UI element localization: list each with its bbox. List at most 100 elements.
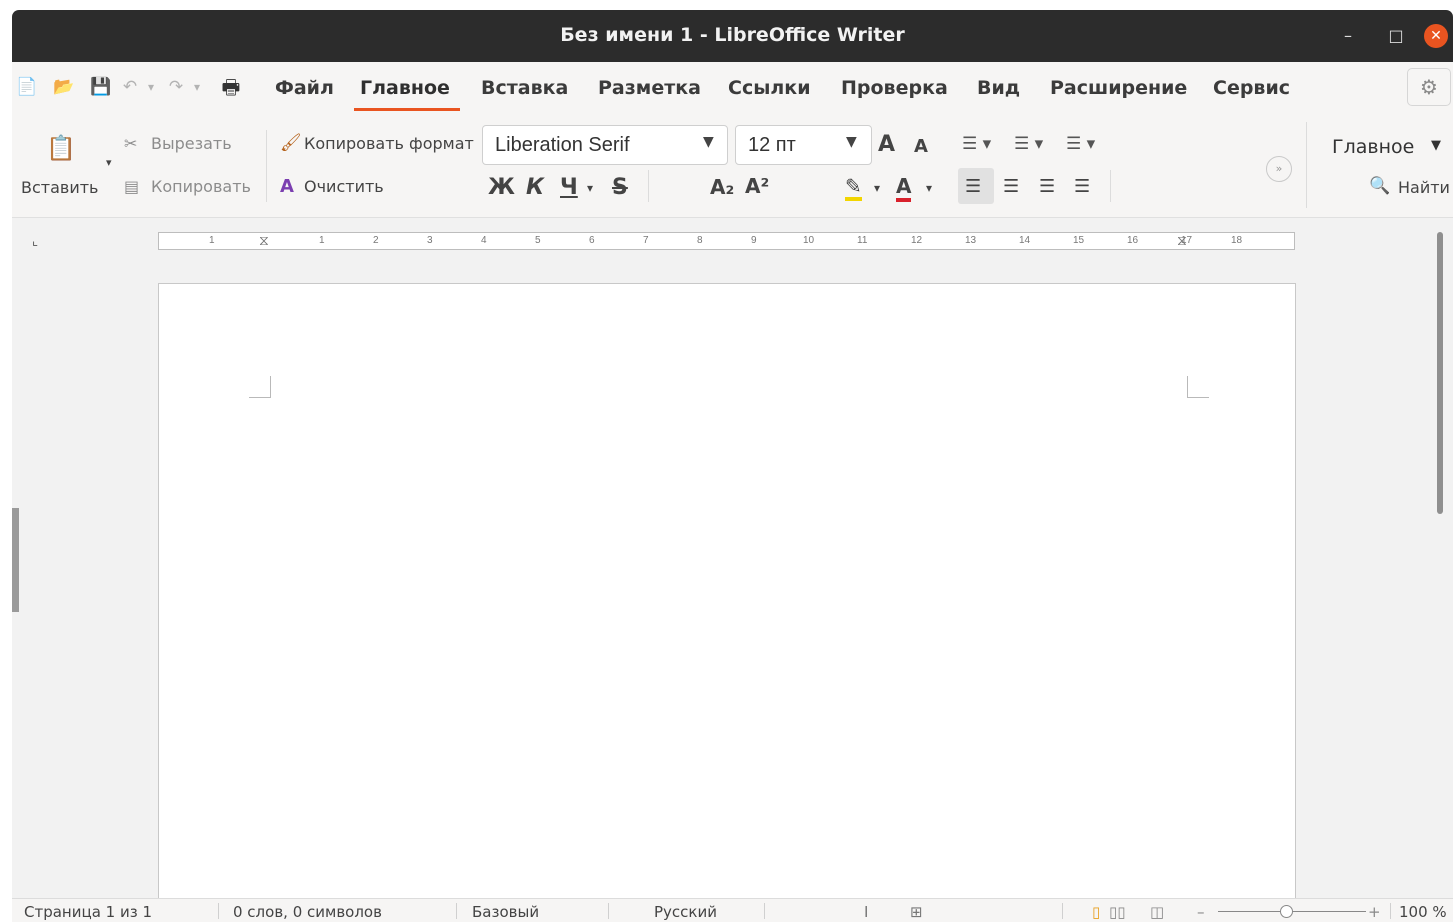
ruler-label: 8 (697, 235, 703, 246)
ruler-label: 18 (1231, 235, 1243, 246)
strikethrough-icon[interactable]: S (612, 175, 628, 200)
clear-formatting-icon[interactable]: A (280, 176, 294, 197)
ruler-label: 1 (319, 235, 325, 246)
single-page-view-icon[interactable]: ▯ (1092, 903, 1100, 921)
numbered-list-icon[interactable]: ☰ ▾ (1014, 134, 1043, 154)
font-size-combobox[interactable]: 12 пт ▼ (735, 125, 872, 165)
menu-references[interactable]: Ссылки (728, 77, 811, 99)
menu-review[interactable]: Проверка (841, 77, 948, 99)
ruler-label: 9 (751, 235, 757, 246)
book-view-icon[interactable]: ◫ (1150, 903, 1164, 921)
menu-extensions[interactable]: Расширение (1050, 77, 1187, 99)
status-separator (1062, 903, 1063, 919)
tabstop-type-button[interactable]: ⌞ (32, 234, 38, 249)
highlight-dropdown-icon[interactable]: ▾ (874, 181, 880, 195)
ruler-label: 15 (1073, 235, 1085, 246)
redo-icon[interactable]: ↷ (166, 76, 186, 98)
horizontal-ruler[interactable]: 1 ⧖ 1 2 3 4 5 6 7 8 9 10 11 12 13 14 15 … (158, 232, 1295, 250)
ruler-label: 1 (209, 235, 215, 246)
title-bar: Без имени 1 - LibreOffice Writer – □ ✕ (12, 10, 1453, 62)
print-icon[interactable]: 🖶 (218, 76, 244, 98)
ruler-label: 17 (1181, 235, 1193, 246)
font-name-combobox[interactable]: Liberation Serif ▼ (482, 125, 728, 165)
zoom-out-icon[interactable]: – (1197, 903, 1205, 921)
menu-tools[interactable]: Сервис (1213, 77, 1290, 99)
open-folder-icon[interactable]: 📂 (52, 76, 76, 98)
menu-row: 📄 📂 💾 ↶ ▾ ↷ ▾ 🖶 Файл Главное Вставка Раз… (12, 62, 1453, 112)
outline-list-icon[interactable]: ☰ ▾ (1066, 134, 1095, 154)
page-style[interactable]: Базовый (472, 903, 539, 921)
tab-selector-label[interactable]: Главное (1332, 136, 1414, 158)
ruler-label: 11 (857, 235, 868, 246)
subscript-icon[interactable]: A₂ (710, 175, 734, 199)
zoom-level[interactable]: 100 % (1399, 903, 1447, 921)
menu-layout[interactable]: Разметка (598, 77, 701, 99)
language[interactable]: Русский (654, 903, 717, 921)
copy-icon[interactable]: ▤ (124, 177, 139, 196)
undo-icon[interactable]: ↶ (120, 76, 140, 98)
align-left-icon[interactable]: ☰ (965, 176, 981, 197)
underline-icon[interactable]: Ч (560, 175, 578, 200)
font-size-dropdown-icon[interactable]: ▼ (846, 134, 857, 150)
status-bar: Страница 1 из 1 0 слов, 0 символов Базов… (12, 898, 1453, 922)
left-indent-marker[interactable]: ⧖ (259, 233, 269, 249)
font-color-icon[interactable]: A (896, 174, 912, 202)
highlight-icon[interactable]: ✎ (845, 175, 862, 201)
paste-icon[interactable]: 📋 (46, 134, 76, 162)
zoom-slider-knob[interactable] (1280, 905, 1293, 918)
tab-selector-dropdown-icon[interactable]: ▼ (1431, 138, 1441, 153)
settings-gear-icon[interactable]: ⚙ (1407, 68, 1451, 106)
find-icon[interactable]: 🔍 (1369, 176, 1390, 196)
clone-format-icon[interactable]: 🖌 (280, 133, 302, 153)
cut-icon[interactable]: ✂ (124, 134, 137, 153)
paste-label[interactable]: Вставить (21, 178, 98, 197)
toolbar-separator (1306, 122, 1307, 208)
redo-dropdown-icon[interactable]: ▾ (190, 76, 204, 98)
minimize-button[interactable]: – (1336, 24, 1360, 48)
expand-toolbar-icon[interactable]: » (1266, 156, 1292, 182)
insert-mode-icon[interactable]: I (864, 903, 868, 921)
new-document-icon[interactable]: 📄 (16, 76, 38, 98)
italic-icon[interactable]: К (526, 175, 544, 200)
menu-insert[interactable]: Вставка (481, 77, 568, 99)
bold-icon[interactable]: Ж (488, 175, 515, 200)
clone-format-label[interactable]: Копировать формат (304, 134, 474, 153)
menu-file[interactable]: Файл (275, 77, 334, 99)
toolbar-separator (648, 170, 649, 202)
font-name-dropdown-icon[interactable]: ▼ (703, 134, 714, 150)
clear-formatting-label[interactable]: Очистить (304, 177, 384, 196)
cut-label[interactable]: Вырезать (151, 134, 232, 153)
copy-label[interactable]: Копировать (151, 177, 251, 196)
page-count[interactable]: Страница 1 из 1 (24, 903, 152, 921)
ruler-label: 4 (481, 235, 487, 246)
paste-dropdown-icon[interactable]: ▾ (106, 156, 112, 169)
font-color-dropdown-icon[interactable]: ▾ (926, 181, 932, 195)
ruler-label: 16 (1127, 235, 1139, 246)
align-justify-icon[interactable]: ☰ (1074, 176, 1090, 197)
vertical-scrollbar-thumb[interactable] (1437, 232, 1443, 514)
menu-view[interactable]: Вид (977, 77, 1020, 99)
align-right-icon[interactable]: ☰ (1039, 176, 1055, 197)
status-separator (608, 903, 609, 919)
text-boundary-corner (1187, 376, 1209, 398)
underline-dropdown-icon[interactable]: ▾ (587, 181, 593, 195)
align-center-icon[interactable]: ☰ (1003, 176, 1019, 197)
maximize-button[interactable]: □ (1384, 24, 1408, 48)
close-button[interactable]: ✕ (1424, 24, 1448, 48)
sidebar-collapse-handle[interactable] (12, 508, 19, 612)
zoom-in-icon[interactable]: + (1368, 903, 1381, 921)
word-count[interactable]: 0 слов, 0 символов (233, 903, 382, 921)
grow-font-icon[interactable]: A (878, 132, 895, 157)
multi-page-view-icon[interactable]: ▯▯ (1109, 903, 1126, 921)
font-name-value: Liberation Serif (495, 134, 630, 156)
document-page[interactable] (158, 283, 1296, 922)
undo-dropdown-icon[interactable]: ▾ (144, 76, 158, 98)
home-toolbar: 📋 ▾ Вставить ✂ Вырезать ▤ Копировать 🖌 К… (12, 112, 1453, 218)
selection-mode-icon[interactable]: ⊞ (910, 903, 923, 921)
superscript-icon[interactable]: A² (745, 174, 769, 198)
shrink-font-icon[interactable]: A (914, 136, 928, 157)
menu-home[interactable]: Главное (360, 77, 450, 99)
find-label[interactable]: Найти (1398, 178, 1450, 197)
save-icon[interactable]: 💾 (90, 76, 112, 98)
bullet-list-icon[interactable]: ☰ ▾ (962, 134, 991, 154)
